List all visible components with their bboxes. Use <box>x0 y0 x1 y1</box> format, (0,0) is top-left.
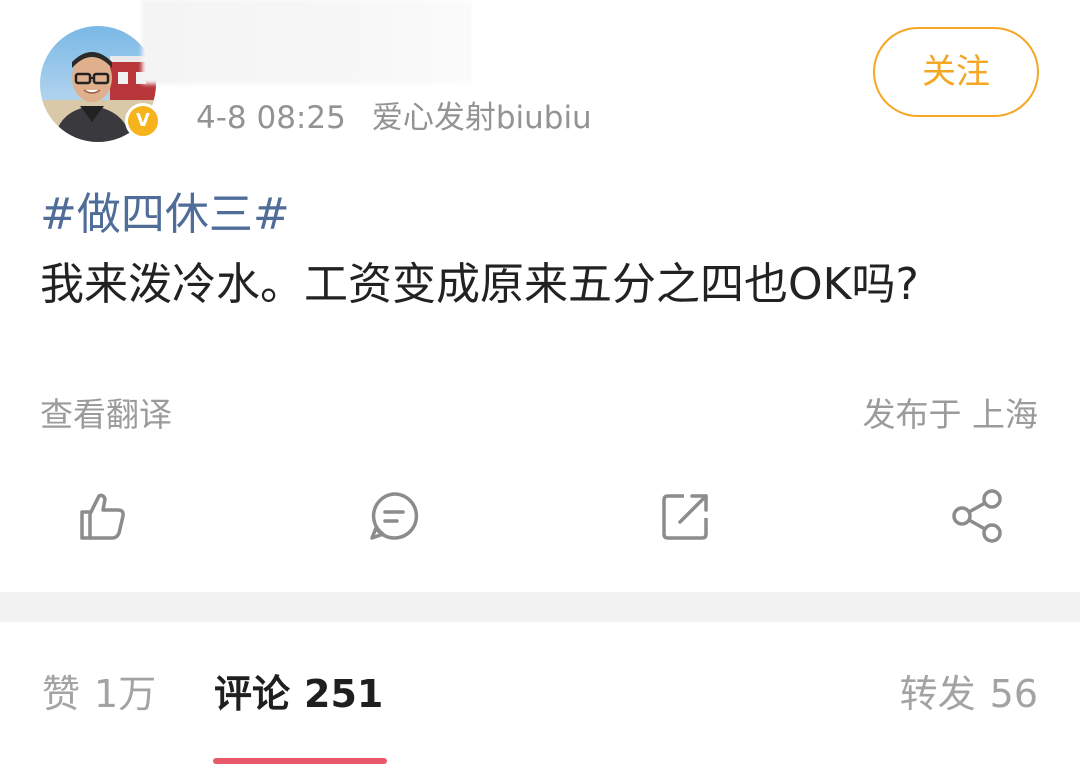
tab-reposts[interactable]: 转发 56 <box>900 666 1038 722</box>
comment-button[interactable] <box>364 486 424 546</box>
post-text: 我来泼冷水。工资变成原来五分之四也OK吗? <box>40 259 919 310</box>
active-tab-indicator <box>213 758 387 764</box>
thumbs-up-icon <box>80 493 125 540</box>
repost-button[interactable] <box>656 486 716 546</box>
post-timestamp: 4-8 08:25 <box>196 100 346 136</box>
post-meta: 4-8 08:25 爱心发射biubiu <box>196 96 592 140</box>
tab-reposts-count: 56 <box>989 672 1038 716</box>
tab-likes-count: 1万 <box>94 672 157 716</box>
like-button[interactable] <box>72 486 132 546</box>
tab-likes[interactable]: 赞 1万 <box>42 666 156 722</box>
tab-reposts-label: 转发 <box>899 672 976 716</box>
follow-button[interactable]: 关注 <box>873 27 1039 117</box>
post-location: 发布于 上海 <box>862 395 1039 434</box>
post-card: V 4-8 08:25 爱心发射biubiu 关注 #做四休三# 我来泼冷水。工资… <box>0 0 1080 592</box>
repost-square-icon <box>662 494 708 540</box>
interaction-tabs: 赞 1万 评论 251 转发 56 <box>0 622 1080 783</box>
share-button[interactable] <box>948 486 1008 546</box>
tab-likes-label: 赞 <box>42 672 81 716</box>
verified-badge-icon: V <box>125 103 161 139</box>
tab-comments-label: 评论 <box>214 672 291 716</box>
username-redacted <box>142 0 472 84</box>
section-divider <box>0 592 1080 622</box>
tab-comments[interactable]: 评论 251 <box>214 666 383 722</box>
post-source: 爱心发射biubiu <box>371 100 592 136</box>
action-bar <box>0 478 1080 558</box>
tab-comments-count: 251 <box>304 672 384 716</box>
comment-bubble-icon <box>370 492 419 540</box>
share-nodes-icon <box>952 489 1002 543</box>
view-translation-link[interactable]: 查看翻译 <box>40 392 172 438</box>
hashtag-link[interactable]: #做四休三# <box>40 186 290 244</box>
